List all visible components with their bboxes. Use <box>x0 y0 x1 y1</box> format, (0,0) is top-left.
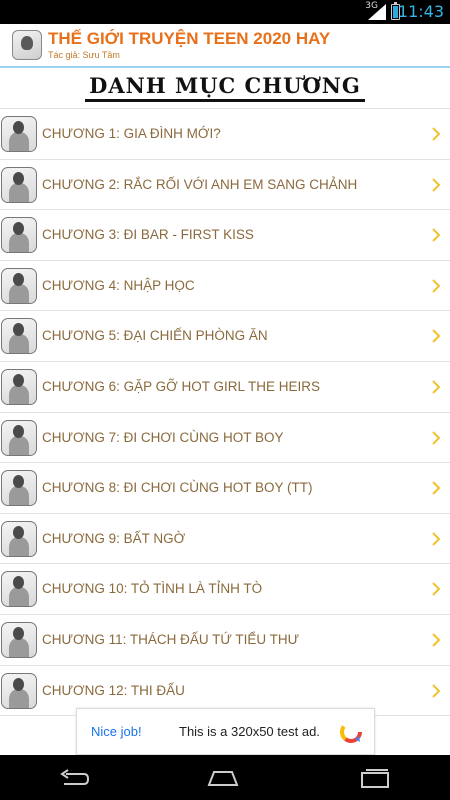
chevron-right-icon <box>432 127 441 141</box>
chapter-label: CHƯƠNG 6: GẶP GỠ HOT GIRL THE HEIRS <box>42 378 320 394</box>
chapter-list: CHƯƠNG 1: GIA ĐÌNH MỚI? CHƯƠNG 2: RẮC RỐI… <box>0 108 450 717</box>
chevron-right-icon <box>432 380 441 394</box>
back-icon[interactable] <box>58 767 92 789</box>
app-header: THẾ GIỚI TRUYỆN TEEN 2020 HAY Tác giả: S… <box>0 24 450 68</box>
ad-banner[interactable]: Nice job! This is a 320x50 test ad. <box>76 708 375 755</box>
chapter-label: CHƯƠNG 11: THÁCH ĐẤU TỨ TIỂU THƯ <box>42 631 300 647</box>
chapter-label: CHƯƠNG 8: ĐI CHƠI CÙNG HOT BOY (TT) <box>42 480 313 496</box>
chapter-item[interactable]: CHƯƠNG 6: GẶP GỠ HOT GIRL THE HEIRS <box>0 362 450 413</box>
chapter-thumbnail <box>1 368 37 405</box>
chapter-label: CHƯƠNG 5: ĐẠI CHIẾN PHÒNG ĂN <box>42 328 268 344</box>
chapter-label: CHƯƠNG 4: NHẬP HỌC <box>42 277 195 293</box>
chapter-label: CHƯƠNG 2: RẮC RỐI VỚI ANH EM SANG CHẢNH <box>42 176 358 192</box>
author-label: Tác giả: Sưu Tầm <box>48 50 120 60</box>
chevron-right-icon <box>432 481 441 495</box>
chapter-item[interactable]: CHƯƠNG 10: TỎ TÌNH LÀ TỈNH TÒ <box>0 564 450 615</box>
clock: 11:43 <box>397 2 444 21</box>
chevron-right-icon <box>432 532 441 546</box>
signal-icon <box>368 4 386 20</box>
chapter-thumbnail <box>1 470 37 507</box>
app-title: THẾ GIỚI TRUYỆN TEEN 2020 HAY <box>48 29 331 48</box>
ad-nice-text: Nice job! <box>91 724 142 739</box>
chapter-label: CHƯƠNG 1: GIA ĐÌNH MỚI? <box>42 126 221 141</box>
chapter-item[interactable]: CHƯƠNG 2: RẮC RỐI VỚI ANH EM SANG CHẢNH <box>0 160 450 211</box>
chapter-thumbnail <box>1 267 37 304</box>
chapter-item[interactable]: CHƯƠNG 5: ĐẠI CHIẾN PHÒNG ĂN <box>0 311 450 362</box>
chapter-thumbnail <box>1 318 37 355</box>
chapter-item[interactable]: CHƯƠNG 9: BẤT NGỜ <box>0 514 450 565</box>
chevron-right-icon <box>432 228 441 242</box>
chapter-thumbnail <box>1 419 37 456</box>
home-icon[interactable] <box>206 767 240 789</box>
chapter-item[interactable]: CHƯƠNG 8: ĐI CHƠI CÙNG HOT BOY (TT) <box>0 463 450 514</box>
chapter-item[interactable]: CHƯƠNG 1: GIA ĐÌNH MỚI? <box>0 109 450 160</box>
chapter-thumbnail <box>1 116 37 152</box>
chapter-item[interactable]: CHƯƠNG 4: NHẬP HỌC <box>0 261 450 312</box>
chapter-item[interactable]: CHƯƠNG 7: ĐI CHƠI CÙNG HOT BOY <box>0 413 450 464</box>
chapter-thumbnail <box>1 217 37 254</box>
chapter-thumbnail <box>1 672 37 709</box>
status-bar: 3G 11:43 <box>0 0 450 24</box>
chapter-thumbnail <box>1 621 37 658</box>
chapter-label: CHƯƠNG 3: ĐI BAR - FIRST KISS <box>42 227 254 243</box>
recent-apps-icon[interactable] <box>358 767 392 789</box>
ad-text: This is a 320x50 test ad. <box>179 724 320 739</box>
section-title: DANH MỤC CHƯƠNG <box>0 70 450 108</box>
section-title-text: DANH MỤC CHƯƠNG <box>85 73 365 102</box>
navigation-bar <box>0 755 450 800</box>
chapter-label: CHƯƠNG 9: BẤT NGỜ <box>42 530 186 546</box>
chevron-right-icon <box>432 582 441 597</box>
chevron-right-icon <box>432 633 441 647</box>
chapter-item[interactable]: CHƯƠNG 3: ĐI BAR - FIRST KISS <box>0 210 450 261</box>
chapter-thumbnail <box>1 520 37 557</box>
chevron-right-icon <box>432 430 441 445</box>
chapter-item[interactable]: CHƯƠNG 11: THÁCH ĐẤU TỨ TIỂU THƯ <box>0 615 450 666</box>
app-logo <box>12 30 42 60</box>
chapter-label: CHƯƠNG 7: ĐI CHƠI CÙNG HOT BOY <box>42 429 284 445</box>
chevron-right-icon <box>432 279 441 293</box>
chevron-right-icon <box>432 683 441 698</box>
chapter-thumbnail <box>1 571 37 608</box>
chevron-right-icon <box>432 177 441 192</box>
ad-choices-icon[interactable] <box>338 719 364 745</box>
chevron-right-icon <box>432 329 441 344</box>
chapter-thumbnail <box>1 166 37 203</box>
chapter-label: CHƯƠNG 10: TỎ TÌNH LÀ TỈNH TÒ <box>42 581 263 597</box>
